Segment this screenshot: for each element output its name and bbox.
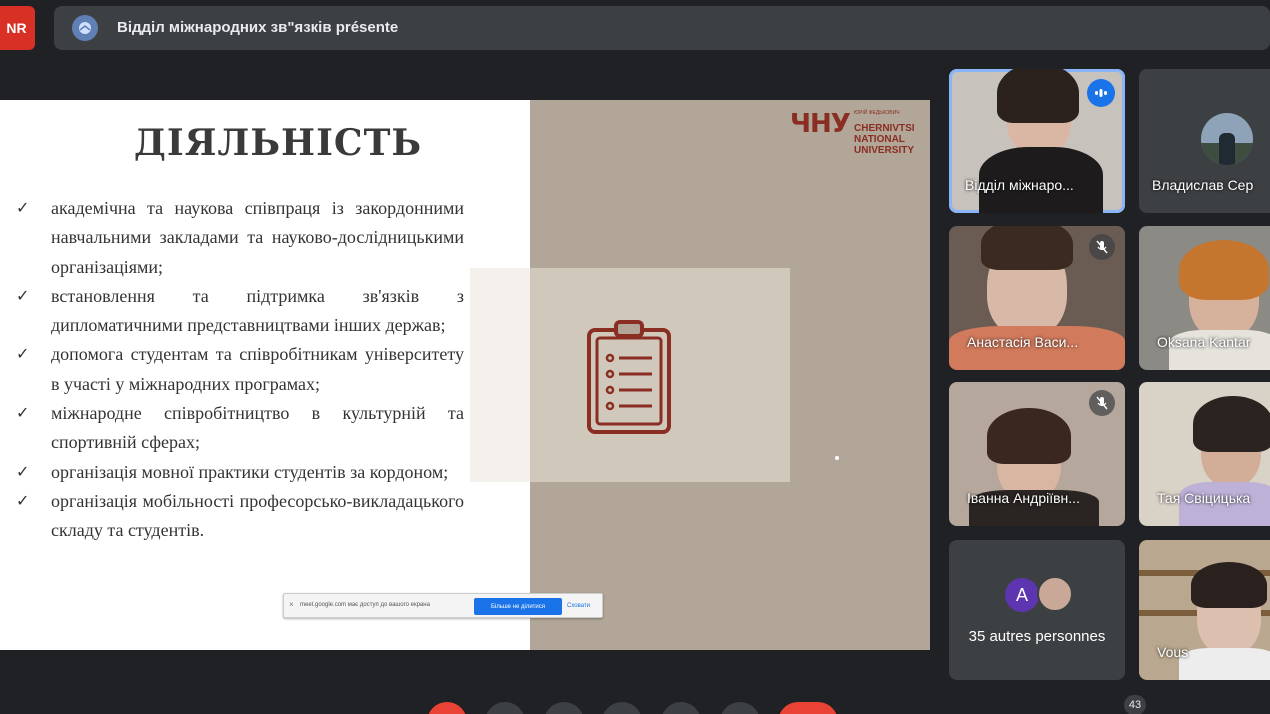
self-view-tile[interactable]: Vous bbox=[1139, 540, 1270, 680]
participant-avatar bbox=[1201, 113, 1253, 165]
participant-tile[interactable]: Іванна Андріївн... bbox=[949, 382, 1125, 526]
participant-count-badge[interactable]: 43 bbox=[1124, 695, 1146, 714]
participant-name: Тая Свіцицька bbox=[1157, 490, 1251, 506]
university-logo: ЧНУ ЮРІЙ ФЕДЬКОВИЧ CHERNIVTSI NATIONAL U… bbox=[790, 103, 925, 165]
logo-mark: ЧНУ bbox=[790, 109, 851, 139]
participant-tile[interactable]: Oksana Kantar bbox=[1139, 226, 1270, 370]
raise-hand-button[interactable] bbox=[602, 702, 642, 714]
bullet-text: організація мовної практики студентів за… bbox=[51, 461, 449, 482]
shared-slide: ДІЯЛЬНІСТЬ ✓ академічна та наукова співпр… bbox=[0, 100, 930, 650]
check-icon: ✓ bbox=[16, 492, 30, 510]
slide-bullet: ✓ організація мобільності професорсько-ви… bbox=[16, 487, 464, 546]
bullet-text: академічна та наукова співпраця із закор… bbox=[51, 198, 464, 277]
check-icon: ✓ bbox=[16, 346, 30, 364]
slide-bullet: ✓ організація мовної практики студентів з… bbox=[16, 458, 464, 487]
mic-off-icon bbox=[1089, 390, 1115, 416]
participant-tile[interactable]: Анастасія Васи... bbox=[949, 226, 1125, 370]
participant-tile[interactable]: Відділ міжнаро... bbox=[949, 69, 1125, 213]
avatar-photo-figure bbox=[1219, 133, 1235, 165]
slide-bullet: ✓ академічна та наукова співпраця із зако… bbox=[16, 194, 464, 282]
participant-hair bbox=[987, 408, 1071, 464]
participant-body bbox=[1179, 648, 1270, 680]
presenter-title: Відділ міжнародних зв"язків présente bbox=[117, 19, 399, 36]
captions-button[interactable] bbox=[544, 702, 584, 714]
bullet-text: міжнародне співробітництво в культурній … bbox=[51, 403, 464, 453]
share-banner-text: meet.google.com має доступ до вашого екр… bbox=[300, 602, 430, 608]
bullet-text: встановлення та підтримка зв'язків з дип… bbox=[51, 285, 464, 336]
participant-hair bbox=[997, 69, 1079, 123]
leave-call-button[interactable] bbox=[778, 702, 838, 714]
participant-name: Vous bbox=[1157, 644, 1189, 660]
other-participant-avatar: A bbox=[1005, 578, 1039, 612]
other-participants-tile[interactable]: A 35 autres personnes bbox=[949, 540, 1125, 680]
participant-hair bbox=[1193, 396, 1270, 452]
slide-title: ДІЯЛЬНІСТЬ bbox=[133, 122, 423, 164]
logo-founder-text: ЮРІЙ ФЕДЬКОВИЧ bbox=[854, 110, 900, 116]
presenter-avatar-icon bbox=[72, 15, 98, 41]
clipboard-list-icon bbox=[586, 318, 672, 441]
slide-bullet: ✓ міжнародне співробітництво в культурній… bbox=[16, 399, 464, 458]
participant-tile[interactable]: Тая Свіцицька bbox=[1139, 382, 1270, 526]
mic-toggle-button[interactable] bbox=[427, 702, 467, 714]
bullet-text: організація мобільності професорсько-вик… bbox=[51, 490, 464, 541]
logo-name: CHERNIVTSI NATIONAL UNIVERSITY bbox=[854, 123, 915, 156]
present-button[interactable] bbox=[661, 702, 701, 714]
stop-sharing-button[interactable]: Більше не ділитися bbox=[474, 598, 562, 615]
user-initials: NR bbox=[6, 20, 27, 36]
check-icon: ✓ bbox=[16, 287, 30, 305]
meet-window: NR Відділ міжнародних зв"язків présente … bbox=[0, 0, 1270, 714]
slide-bullet: ✓ встановлення та підтримка зв'язків з ди… bbox=[16, 282, 464, 341]
hide-banner-button[interactable]: Сховати bbox=[567, 603, 590, 609]
participant-name: Владислав Сер bbox=[1152, 177, 1254, 193]
participant-tile[interactable]: Владислав Сер bbox=[1139, 69, 1270, 213]
participant-name: Oksana Kantar bbox=[1157, 334, 1251, 350]
participant-hair bbox=[1191, 562, 1267, 608]
close-icon[interactable]: × bbox=[289, 600, 294, 609]
slide-bullet-list: ✓ академічна та наукова співпраця із зако… bbox=[16, 194, 464, 546]
check-icon: ✓ bbox=[16, 463, 30, 481]
participant-name: Іванна Андріївн... bbox=[967, 490, 1080, 506]
participant-name: Анастасія Васи... bbox=[967, 334, 1079, 350]
camera-toggle-button[interactable] bbox=[485, 702, 525, 714]
other-participants-label: 35 autres personnes bbox=[968, 628, 1106, 645]
check-icon: ✓ bbox=[16, 200, 30, 217]
check-icon: ✓ bbox=[16, 405, 30, 423]
participant-hair bbox=[1179, 240, 1269, 300]
user-avatar[interactable]: NR bbox=[0, 6, 35, 50]
participant-hair bbox=[981, 226, 1073, 270]
other-participant-avatar bbox=[1037, 576, 1073, 612]
mic-off-icon bbox=[1089, 234, 1115, 260]
more-options-button[interactable] bbox=[720, 702, 760, 714]
participant-name: Відділ міжнаро... bbox=[965, 177, 1074, 193]
mouse-cursor bbox=[835, 456, 839, 460]
bullet-text: допомога студентам та співробітникам уні… bbox=[51, 344, 464, 394]
speaking-indicator-icon bbox=[1087, 79, 1115, 107]
slide-bullet: ✓ допомога студентам та співробітникам ун… bbox=[16, 340, 464, 399]
screen-share-banner: × meet.google.com має доступ до вашого е… bbox=[283, 593, 603, 618]
